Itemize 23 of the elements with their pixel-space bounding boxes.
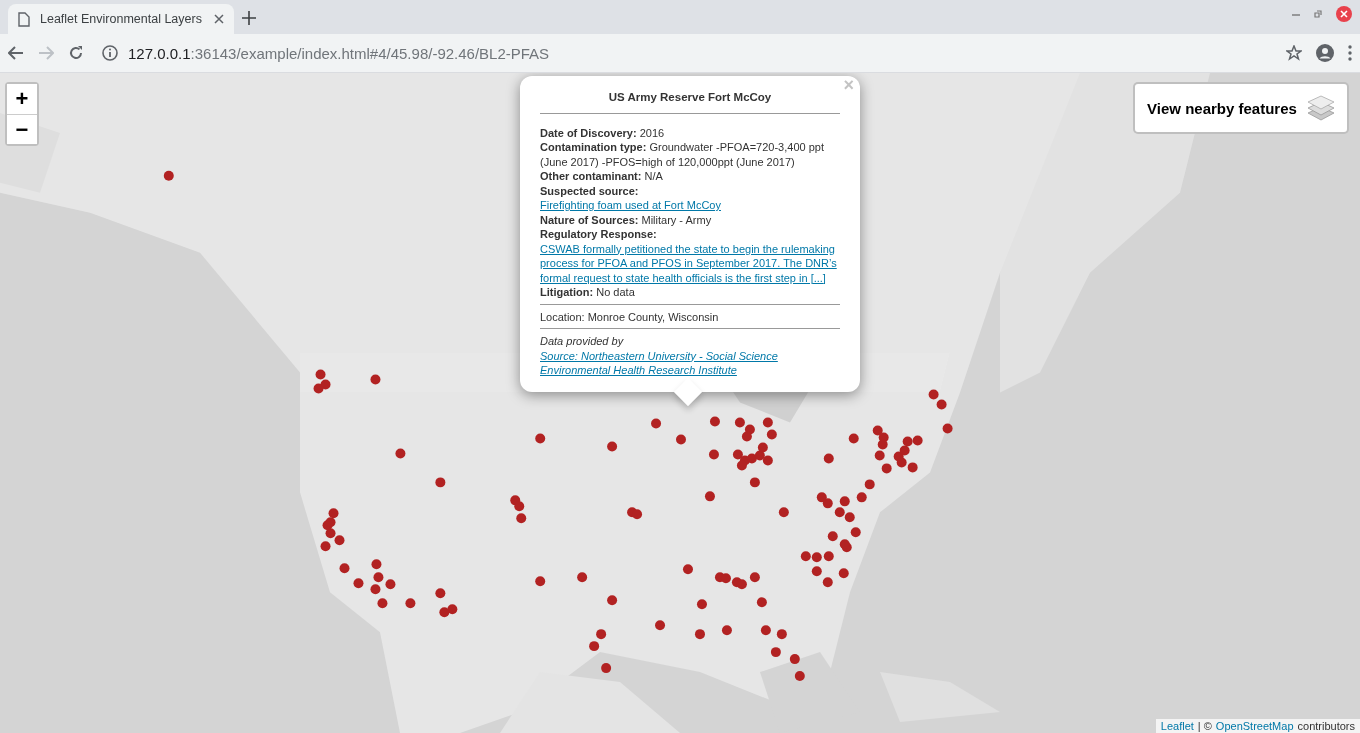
url-host[interactable]: 127.0.0.1 bbox=[128, 44, 191, 62]
popup-field: Suspected source: Firefighting foam used at Fort McCoy bbox=[540, 183, 840, 213]
url-path[interactable]: :36143/example/index.html#4/45.98/-92.46/BL2-PFAS bbox=[190, 44, 550, 62]
leaflet-link[interactable]: Leaflet bbox=[1160, 720, 1194, 732]
popup-field: Litigation: No data bbox=[540, 285, 840, 300]
popup-field: Regulatory Response: CSWAB formally petitioned the state to begin the rulemaking process for PFOA and PFOS in September 2017. The DNR’s formal request to state health officials is the first step in [...] bbox=[540, 227, 840, 285]
popup-field: Date of Discovery: 2016 bbox=[540, 125, 840, 140]
popup-title: US Army Reserve Fort McCoy bbox=[540, 90, 840, 114]
browser-tab[interactable]: Leaflet Environmental Layers bbox=[8, 4, 234, 34]
location-text: Location: Monroe County, Wisconsin bbox=[540, 309, 720, 324]
source-link[interactable]: CSWAB formally petitioned the state to begin the rulemaking process for PFOA and PFOS in September 2017. The DNR’s formal request to state health officials is the first step in [...] bbox=[540, 241, 840, 285]
popup-field: Contamination type: Groundwater -PFOA=720-3,400 ppt (June 2017) -PFOS=high of 120,000ppt (June 2017) bbox=[540, 140, 840, 169]
openstreetmap-link[interactable]: OpenStreetMap bbox=[1215, 720, 1294, 732]
attribution-text: | © bbox=[1197, 720, 1212, 732]
data-credit: Data provided by bbox=[540, 334, 625, 349]
source-link[interactable]: Source: Northeastern University - Social Science Environmental Health Research Institute bbox=[540, 348, 840, 378]
view-nearby-features-button[interactable]: View nearby features bbox=[1133, 82, 1349, 134]
popup-field: Other contaminant: N/A bbox=[540, 169, 840, 184]
zoom-out-button[interactable]: − bbox=[7, 114, 37, 144]
tab-title: Leaflet Environmental Layers bbox=[40, 12, 203, 26]
attribution-text: contributors bbox=[1297, 720, 1355, 732]
popup-field: Nature of Sources: Military - Army bbox=[540, 212, 840, 227]
source-link[interactable]: Firefighting foam used at Fort McCoy bbox=[540, 198, 840, 213]
